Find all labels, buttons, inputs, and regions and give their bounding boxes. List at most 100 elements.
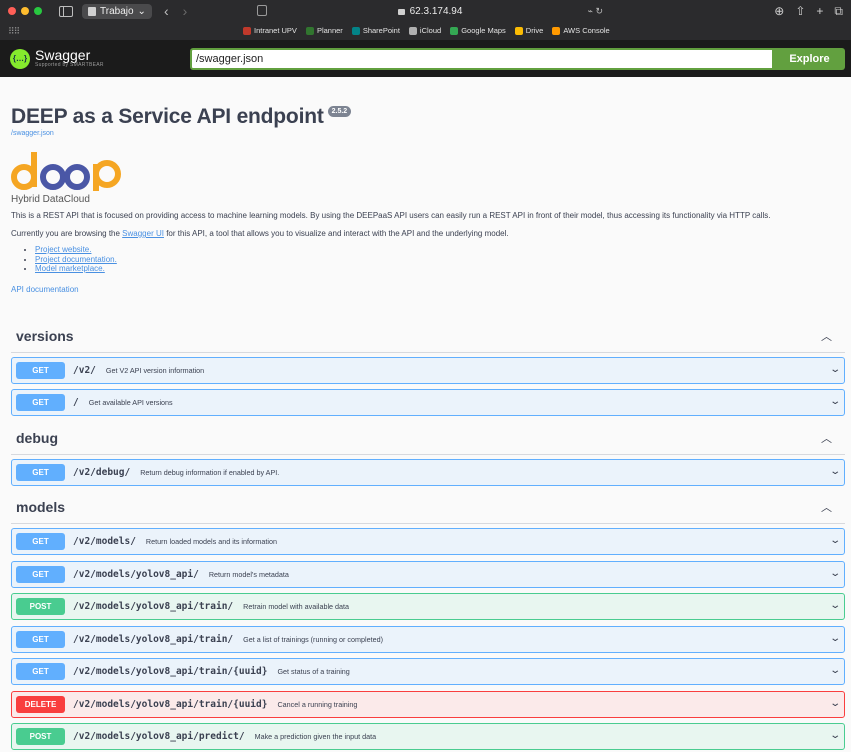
favorite-link[interactable]: iCloud [408, 26, 442, 35]
tag-header-models[interactable]: models ︿ [11, 491, 845, 524]
api-description: This is a REST API that is focused on pr… [11, 211, 771, 220]
favorites-bar: Intranet UPV Planner SharePoint iCloud Googl… [243, 26, 610, 35]
operation-summary: Return loaded models and its information [145, 537, 277, 546]
operation-path: /v2/models/yolov8_api/train/{uuid} [73, 698, 268, 710]
forward-button[interactable]: › [183, 4, 188, 18]
operation-path: /v2/models/yolov8_api/train/{uuid} [73, 666, 268, 677]
back-button[interactable]: ‹ [164, 4, 169, 18]
tag-header-debug[interactable]: debug ︿ [11, 422, 845, 455]
operation-summary: Return model's metadata [208, 569, 289, 579]
tag-name: versions [16, 327, 74, 344]
version-badge: 2.5.2 [327, 106, 352, 117]
swagger-brand: Swagger Supported by SMARTBEAR [35, 47, 104, 68]
chevron-down-icon[interactable]: ⌄ [829, 665, 841, 676]
operation-row[interactable]: GET/v2/models/yolov8_api/train/{uuid} Get… [11, 658, 845, 685]
favorite-icon [351, 26, 360, 35]
operation-summary: Get status of a training [277, 667, 350, 676]
chevron-down-icon[interactable]: ⌄ [829, 466, 841, 477]
favorite-label: Planner [316, 26, 343, 35]
operation-row[interactable]: GET/v2/models/yolov8_api/Return model's … [11, 560, 845, 588]
favorite-link[interactable]: AWS Console [552, 26, 610, 35]
close-window-button[interactable] [8, 7, 16, 15]
model-marketplace-link[interactable]: Model marketplace. [35, 264, 840, 274]
operation-path: /v2/models/yolov8_api/ [73, 568, 199, 580]
operation-summary: Get V2 API version information [105, 365, 205, 375]
favorite-icon [408, 26, 417, 35]
favorite-link[interactable]: Intranet UPV [243, 26, 297, 35]
chevron-down-icon[interactable]: ⌄ [829, 730, 841, 741]
chevron-down-icon[interactable]: ⌄ [829, 633, 841, 644]
chevron-up-icon[interactable]: ︿ [821, 430, 832, 446]
chevron-down-icon[interactable]: ⌄ [829, 364, 841, 375]
chevron-down-icon[interactable]: ⌄ [829, 535, 841, 546]
sidebar-toggle-icon[interactable] [59, 5, 73, 17]
browser-chrome: Trabajo ⌄ ‹ › 62.3.174.94 ⌁ ↻ ⊕ ⇧ + ⧉ ⠿⠿… [0, 0, 851, 40]
chevron-down-icon[interactable]: ⌄ [829, 698, 841, 709]
api-documentation-link[interactable]: API documentation [11, 285, 840, 294]
page-menu-icon[interactable] [257, 5, 267, 16]
share-icon[interactable]: ⇧ [795, 4, 805, 19]
grid-icon[interactable]: ⠿⠿ [8, 26, 20, 37]
project-documentation-link[interactable]: Project documentation. [35, 255, 840, 265]
favorite-icon [243, 26, 251, 35]
operation-row[interactable]: GET/v2/models/yolov8_api/train/Get a lis… [11, 625, 845, 653]
operation-path: /v2/models/yolov8_api/train/ [73, 601, 234, 612]
operation-row[interactable]: POST/v2/models/yolov8_api/train/Retrain … [11, 593, 845, 620]
chevron-up-icon[interactable]: ︿ [821, 328, 832, 344]
favorite-link[interactable]: Planner [305, 26, 343, 35]
translate-reload-icon[interactable]: ⌁ ↻ [588, 6, 603, 17]
spec-link[interactable]: /swagger.json [11, 130, 840, 137]
explore-button[interactable]: Explore [774, 48, 845, 70]
zoom-window-button[interactable] [34, 7, 42, 15]
favorite-label: iCloud [419, 26, 442, 35]
swagger-ui-link[interactable]: Swagger UI [122, 229, 164, 238]
chevron-down-icon[interactable]: ⌄ [829, 568, 841, 579]
tag-header-versions[interactable]: versions ︿ [11, 320, 845, 353]
favorite-label: AWS Console [563, 26, 610, 35]
tab-group-icon [88, 6, 96, 16]
operation-row[interactable]: GET/v2/Get V2 API version information ⌄ [11, 356, 845, 384]
minimize-window-button[interactable] [21, 7, 29, 15]
favorite-link[interactable]: Google Maps [450, 26, 506, 35]
address-bar[interactable]: 62.3.174.94 ⌁ ↻ [255, 3, 605, 19]
method-badge: GET [16, 394, 65, 411]
tab-group-label: Trabajo [100, 5, 134, 17]
api-info: DEEP as a Service API endpoint 2.5.2 /sw… [0, 105, 851, 294]
operation-path: /v2/debug/ [73, 466, 131, 478]
method-badge: GET [16, 463, 65, 481]
downloads-icon[interactable]: ⊕ [774, 4, 784, 19]
favorite-icon [305, 26, 314, 35]
operation-summary: Return debug information if enabled by A… [140, 467, 280, 477]
project-website-link[interactable]: Project website. [35, 245, 840, 255]
favorite-label: Drive [525, 26, 544, 35]
swagger-brand-name: Swagger [35, 47, 91, 63]
favorite-label: Intranet UPV [254, 26, 297, 35]
method-badge: GET [16, 533, 65, 550]
tab-group-selector[interactable]: Trabajo ⌄ [82, 3, 152, 19]
method-badge: POST [16, 598, 65, 615]
tab-overview-icon[interactable]: ⧉ [834, 4, 843, 19]
favorite-link[interactable]: SharePoint [351, 26, 400, 35]
operation-row[interactable]: GET/v2/models/Return loaded models and i… [11, 528, 845, 555]
chevron-down-icon[interactable]: ⌄ [829, 396, 841, 407]
operations: versions ︿ GET/v2/Get V2 API version infor… [0, 320, 851, 750]
operation-summary: Retrain model with available data [243, 602, 350, 611]
operation-summary: Get available API versions [88, 398, 173, 407]
method-badge: DELETE [16, 695, 65, 713]
operation-path: / [73, 397, 79, 408]
chevron-up-icon[interactable]: ︿ [821, 499, 832, 515]
swagger-topbar: {…} Swagger Supported by SMARTBEAR /swag… [0, 40, 851, 77]
method-badge: GET [16, 663, 65, 680]
chevron-down-icon[interactable]: ⌄ [829, 600, 841, 611]
address-url: 62.3.174.94 [409, 5, 463, 17]
operation-row[interactable]: GET / Get available API versions ⌄ [11, 389, 845, 416]
new-tab-icon[interactable]: + [816, 4, 823, 19]
method-badge: GET [16, 565, 65, 583]
operation-row[interactable]: DELETE/v2/models/yolov8_api/train/{uuid}… [11, 690, 845, 718]
spec-url-input[interactable]: /swagger.json [190, 48, 774, 70]
favorite-link[interactable]: Drive [514, 26, 544, 35]
method-badge: POST [16, 728, 65, 745]
operation-row[interactable]: GET/v2/debug/Return debug information if… [11, 458, 845, 486]
operation-row[interactable]: POST/v2/models/yolov8_api/predict/Make a… [11, 723, 845, 750]
doc-links: Project website. Project documentation. … [35, 245, 840, 274]
